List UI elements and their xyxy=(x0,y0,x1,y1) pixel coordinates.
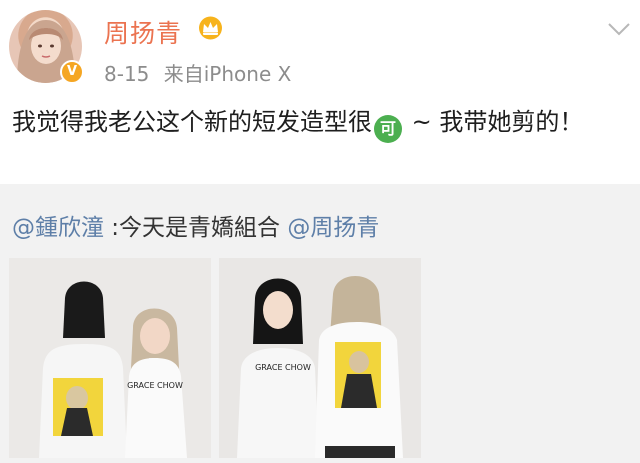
post-date[interactable]: 8-15 xyxy=(104,62,149,86)
emoji-ke-icon: 可 xyxy=(374,115,402,143)
repost-tag-mention[interactable]: @周扬青 xyxy=(287,215,379,241)
shirt-text-2: GRACE CHOW xyxy=(255,363,311,372)
repost-text: @鍾欣潼 :今天是青嬌組合 @周扬青 xyxy=(12,208,379,242)
avatar[interactable]: V xyxy=(9,10,84,84)
repost-body: :今天是青嬌組合 xyxy=(104,215,288,241)
shirt-text: GRACE CHOW xyxy=(127,381,183,390)
post-text-part-2: ~ 我带她剪的！ xyxy=(404,108,584,136)
verified-badge: V xyxy=(60,60,84,84)
post-text-part-1: 我觉得我老公这个新的短发造型很 xyxy=(12,108,372,136)
post-header: V 周扬青 8-15 来自iPhone X xyxy=(0,0,640,92)
crown-icon xyxy=(199,16,222,40)
post-text: 我觉得我老公这个新的短发造型很可 ~ 我带她剪的！ xyxy=(12,104,632,143)
post-meta: 8-15 来自iPhone X xyxy=(104,58,291,87)
repost-author-mention[interactable]: @鍾欣潼 xyxy=(12,215,104,241)
username[interactable]: 周扬青 xyxy=(104,14,182,50)
chevron-down-icon[interactable] xyxy=(608,22,630,36)
repost-box[interactable]: @鍾欣潼 :今天是青嬌組合 @周扬青 GRACE CHOW GRACE CHOW xyxy=(0,184,640,463)
source-device[interactable]: iPhone X xyxy=(204,62,292,86)
repost-photo-2[interactable]: GRACE CHOW xyxy=(219,258,421,458)
repost-photo-1[interactable]: GRACE CHOW xyxy=(9,258,211,458)
source-prefix: 来自 xyxy=(163,62,204,86)
